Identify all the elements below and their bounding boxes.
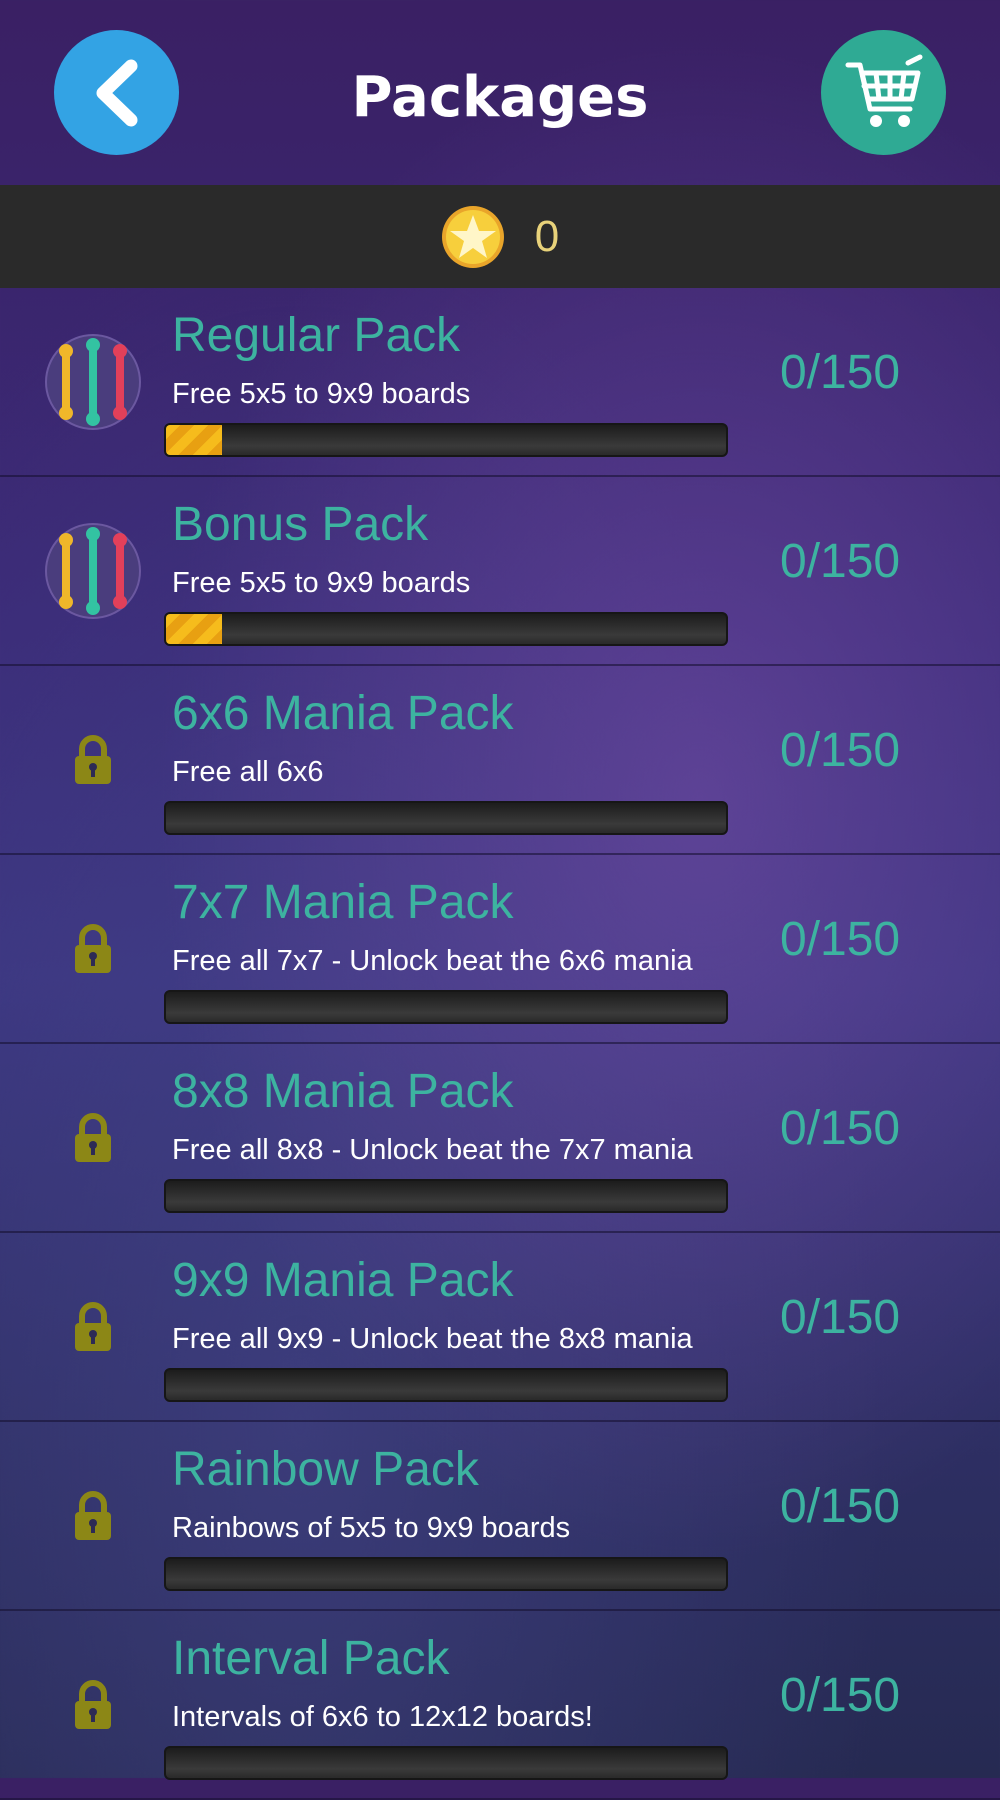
pack-row[interactable]: Rainbow Pack Rainbows of 5x5 to 9x9 board…: [0, 1422, 1000, 1611]
pack-row[interactable]: 6x6 Mania Pack Free all 6x6 0/150: [0, 666, 1000, 855]
pack-name: Bonus Pack: [172, 498, 429, 551]
pack-description: Free 5x5 to 9x9 boards: [172, 378, 471, 410]
star-coin-icon: [441, 205, 504, 268]
pack-count: 0/150: [780, 1480, 901, 1533]
lock-icon: [44, 900, 142, 998]
pack-progress-bar: [164, 423, 728, 457]
lock-icon: [44, 1467, 142, 1565]
shopping-cart-icon: [845, 54, 922, 127]
cart-button[interactable]: [821, 30, 946, 155]
pack-row[interactable]: Interval Pack Intervals of 6x6 to 12x12 b…: [0, 1611, 1000, 1800]
pack-count: 0/150: [780, 1102, 901, 1155]
pack-description: Intervals of 6x6 to 12x12 boards!: [172, 1701, 593, 1733]
pack-description: Free all 6x6: [172, 756, 324, 788]
coin-balance: 0: [0, 185, 1000, 288]
pack-progress-bar: [164, 801, 728, 835]
pack-count: 0/150: [780, 1669, 901, 1722]
pack-progress-fill: [166, 425, 222, 455]
lock-icon: [44, 1278, 142, 1376]
pack-description: Free all 7x7 - Unlock beat the 6x6 mania: [172, 945, 693, 977]
pack-count: 0/150: [780, 1291, 901, 1344]
pack-row[interactable]: 9x9 Mania Pack Free all 9x9 - Unlock beat…: [0, 1233, 1000, 1422]
pack-description: Free all 8x8 - Unlock beat the 7x7 mania: [172, 1134, 693, 1166]
pack-lines-icon: [44, 333, 142, 431]
pack-name: Rainbow Pack: [172, 1443, 479, 1496]
pack-name: Interval Pack: [172, 1632, 450, 1685]
pack-list: Regular Pack Free 5x5 to 9x9 boards 0/150 B…: [0, 288, 1000, 1800]
pack-row[interactable]: Regular Pack Free 5x5 to 9x9 boards 0/150: [0, 288, 1000, 477]
pack-progress-bar: [164, 1368, 728, 1402]
lock-icon: [44, 1656, 142, 1754]
coin-count: 0: [534, 211, 560, 261]
pack-progress-bar: [164, 990, 728, 1024]
pack-row[interactable]: Bonus Pack Free 5x5 to 9x9 boards 0/150: [0, 477, 1000, 666]
pack-name: 8x8 Mania Pack: [172, 1065, 514, 1118]
pack-row[interactable]: 7x7 Mania Pack Free all 7x7 - Unlock beat…: [0, 855, 1000, 1044]
lock-icon: [44, 1089, 142, 1187]
lock-icon: [44, 711, 142, 809]
pack-progress-bar: [164, 1557, 728, 1591]
pack-row[interactable]: 8x8 Mania Pack Free all 8x8 - Unlock beat…: [0, 1044, 1000, 1233]
pack-progress-bar: [164, 1179, 728, 1213]
pack-lines-icon: [44, 522, 142, 620]
pack-progress-fill: [166, 614, 222, 644]
pack-name: 6x6 Mania Pack: [172, 687, 514, 740]
header: Packages: [0, 0, 1000, 185]
pack-progress-bar: [164, 612, 728, 646]
pack-description: Free 5x5 to 9x9 boards: [172, 567, 471, 599]
pack-description: Rainbows of 5x5 to 9x9 boards: [172, 1512, 571, 1544]
pack-description: Free all 9x9 - Unlock beat the 8x8 mania: [172, 1323, 693, 1355]
pack-count: 0/150: [780, 535, 901, 588]
pack-name: 9x9 Mania Pack: [172, 1254, 514, 1307]
pack-name: 7x7 Mania Pack: [172, 876, 514, 929]
pack-progress-bar: [164, 1746, 728, 1780]
pack-name: Regular Pack: [172, 309, 461, 362]
pack-count: 0/150: [780, 913, 901, 966]
pack-count: 0/150: [780, 346, 901, 399]
pack-count: 0/150: [780, 724, 901, 777]
